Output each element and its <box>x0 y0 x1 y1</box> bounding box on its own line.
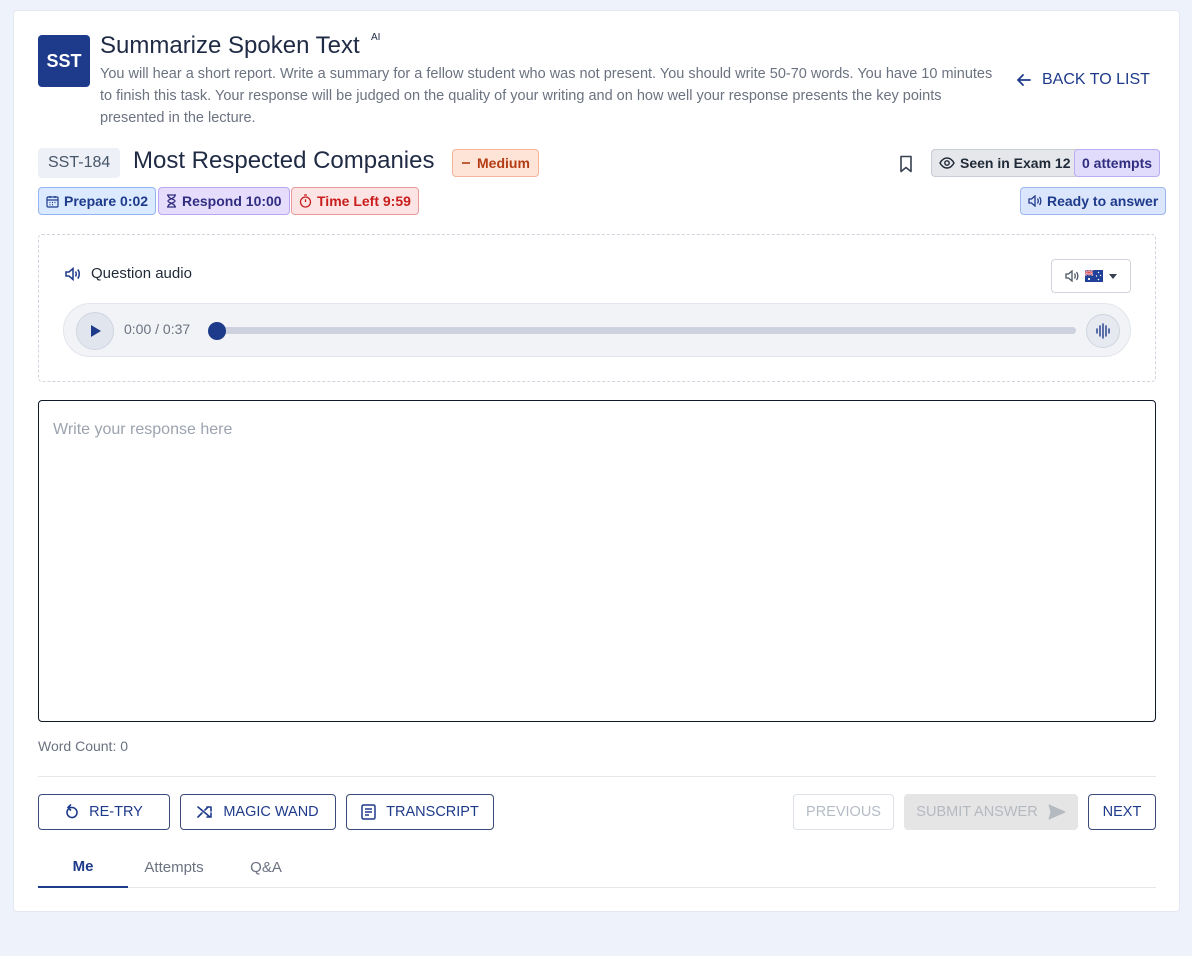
difficulty-label: Medium <box>477 155 530 171</box>
speaker-icon <box>1065 270 1079 282</box>
response-textarea[interactable] <box>38 400 1156 722</box>
back-to-list-button[interactable]: BACK TO LIST <box>1016 69 1150 91</box>
stopwatch-icon <box>299 194 312 208</box>
word-count: Word Count: 0 <box>38 738 129 754</box>
submit-answer-button[interactable]: SUBMIT ANSWER <box>904 794 1078 830</box>
question-audio-heading: Question audio <box>65 265 192 282</box>
speaker-icon <box>65 266 80 281</box>
document-icon <box>361 804 376 820</box>
tab-me[interactable]: Me <box>38 847 128 888</box>
next-button[interactable]: NEXT <box>1088 794 1156 830</box>
task-card: SST Summarize Spoken Text AI You will he… <box>13 10 1180 912</box>
submit-answer-label: SUBMIT ANSWER <box>916 804 1038 820</box>
prepare-timer: Prepare 0:02 <box>38 187 157 215</box>
audio-progress-thumb[interactable] <box>208 322 226 340</box>
question-audio-label: Question audio <box>91 265 192 282</box>
audio-time: 0:00 / 0:37 <box>124 321 191 337</box>
waveform-button[interactable] <box>1086 314 1120 348</box>
question-title: Most Respected Companies <box>133 147 435 174</box>
hourglass-icon <box>167 194 176 208</box>
play-icon <box>90 325 101 337</box>
seen-in-exam-label: Seen in Exam 12 <box>960 155 1071 171</box>
audio-progress-track[interactable] <box>210 327 1076 334</box>
calendar-icon <box>46 195 59 208</box>
retry-icon <box>66 804 78 819</box>
shuffle-icon <box>197 806 213 818</box>
back-to-list-label: BACK TO LIST <box>1042 71 1150 88</box>
minus-icon <box>462 162 470 164</box>
respond-timer: Respond 10:00 <box>158 187 290 215</box>
ready-status-label: Ready to answer <box>1047 193 1159 209</box>
difficulty-badge: Medium <box>452 149 539 177</box>
time-left-timer: Time Left 9:59 <box>291 187 419 215</box>
tab-attempts[interactable]: Attempts <box>128 847 220 887</box>
ai-badge: AI <box>371 32 381 43</box>
retry-label: RE-TRY <box>89 804 143 820</box>
caret-down-icon <box>1109 273 1117 279</box>
eye-icon <box>939 157 955 169</box>
magic-wand-button[interactable]: MAGIC WAND <box>180 794 336 830</box>
waveform-icon <box>1096 323 1110 339</box>
attempts-badge: 0 attempts <box>1074 149 1161 177</box>
task-type-logo: SST <box>38 35 90 87</box>
australia-flag-icon <box>1085 270 1103 282</box>
time-left-label: Time Left 9:59 <box>317 193 411 209</box>
question-id: SST-184 <box>38 148 121 178</box>
speaker-icon <box>1028 195 1042 207</box>
bottom-tabs: Me Attempts Q&A <box>38 847 1156 888</box>
tab-qa[interactable]: Q&A <box>228 847 304 887</box>
send-icon <box>1048 804 1066 820</box>
accent-select[interactable] <box>1051 259 1131 293</box>
retry-button[interactable]: RE-TRY <box>38 794 170 830</box>
ready-status-badge: Ready to answer <box>1020 187 1167 215</box>
task-title: Summarize Spoken Text <box>100 32 360 59</box>
task-instructions: You will hear a short report. Write a su… <box>100 66 993 126</box>
transcript-label: TRANSCRIPT <box>386 804 479 820</box>
seen-in-exam-badge: Seen in Exam 12 <box>931 149 1079 177</box>
play-button[interactable] <box>76 312 114 350</box>
question-audio-panel: Question audio 0:00 / 0:37 <box>38 234 1156 382</box>
respond-timer-label: Respond 10:00 <box>182 193 282 209</box>
audio-player: 0:00 / 0:37 <box>63 303 1131 357</box>
divider <box>38 776 1156 777</box>
previous-button[interactable]: PREVIOUS <box>793 794 894 830</box>
transcript-button[interactable]: TRANSCRIPT <box>346 794 494 830</box>
arrow-left-icon <box>1017 74 1031 86</box>
prepare-timer-label: Prepare 0:02 <box>64 193 149 209</box>
bookmark-icon[interactable] <box>898 155 914 173</box>
magic-wand-label: MAGIC WAND <box>223 804 319 820</box>
